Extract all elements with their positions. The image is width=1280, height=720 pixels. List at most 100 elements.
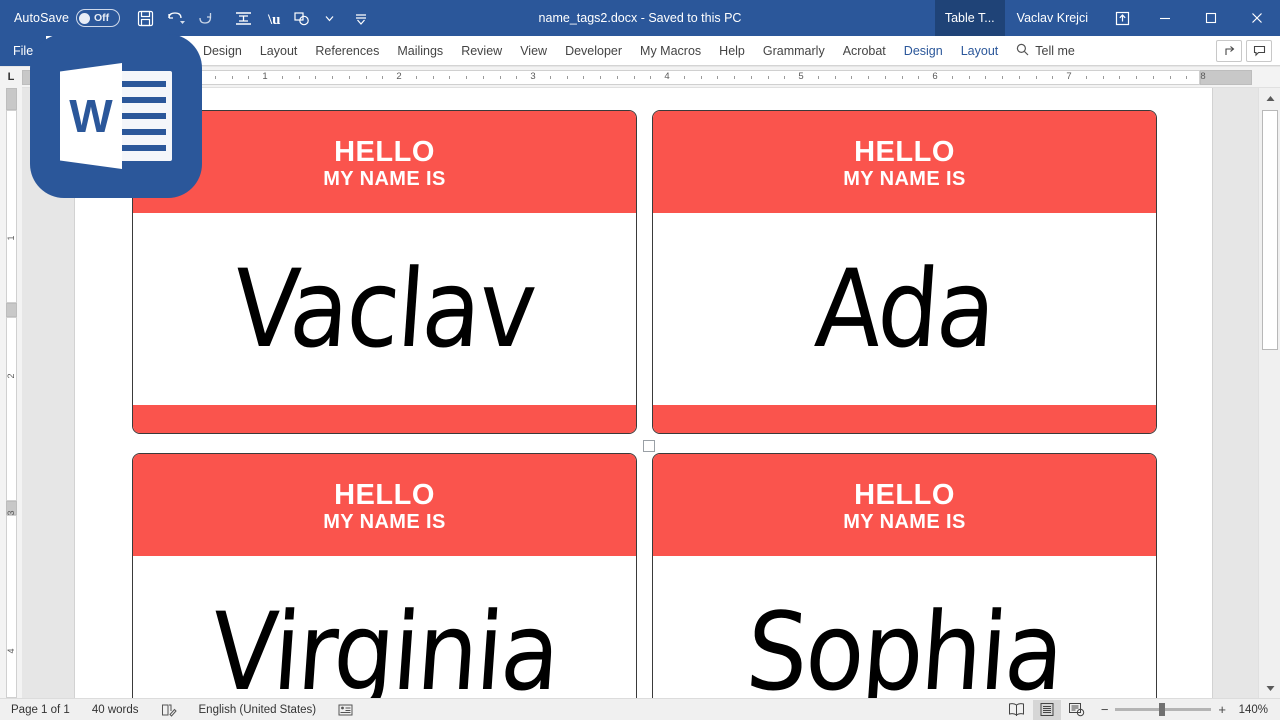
zoom-track[interactable] — [1115, 703, 1212, 716]
name-tag-card[interactable]: HELLO MY NAME IS Ada — [652, 110, 1157, 434]
account-name[interactable]: Vaclav Krejci — [1005, 11, 1102, 25]
tab-my-macros[interactable]: My Macros — [631, 36, 710, 66]
zoom-level-label[interactable]: 140% — [1236, 704, 1272, 716]
document-page[interactable]: HELLO MY NAME IS Vaclav HELLO MY NAME IS — [75, 88, 1212, 698]
ribbon-display-options-icon[interactable] — [1102, 0, 1142, 36]
minimize-button[interactable] — [1142, 0, 1188, 36]
name-tag-hello: HELLO — [854, 479, 955, 511]
document-canvas: HELLO MY NAME IS Vaclav HELLO MY NAME IS — [22, 88, 1258, 698]
tab-design[interactable]: Design — [194, 36, 251, 66]
scrollbar-thumb[interactable] — [1262, 110, 1278, 350]
scroll-up-arrow-icon[interactable] — [1259, 88, 1280, 108]
vertical-scrollbar[interactable] — [1258, 88, 1280, 698]
zoom-in-button[interactable]: + — [1218, 702, 1226, 717]
comments-icon[interactable] — [1246, 39, 1272, 62]
ruler-right-margin — [1200, 69, 1252, 85]
quick-access-dropdown-icon[interactable] — [318, 3, 340, 33]
word-count-status[interactable]: 40 words — [81, 704, 150, 716]
ruler-tick — [734, 75, 735, 79]
ruler-tick — [1152, 75, 1154, 79]
ruler-tick — [415, 75, 417, 79]
ruler-tick — [750, 75, 752, 79]
ruler-number: 3 — [530, 70, 536, 82]
ruler-tick — [884, 75, 886, 79]
horizontal-ruler-strip[interactable]: 1 2 3 4 5 6 7 8 — [22, 69, 1254, 85]
maximize-button[interactable] — [1188, 0, 1234, 36]
word-logo-line — [116, 113, 166, 119]
autosave-toggle[interactable]: Off — [76, 9, 121, 27]
tab-table-design[interactable]: Design — [895, 36, 952, 66]
name-tag-header: HELLO MY NAME IS — [133, 111, 636, 213]
zoom-slider[interactable]: − + — [1093, 702, 1234, 717]
ruler-tick — [566, 75, 568, 79]
save-icon[interactable] — [130, 3, 160, 33]
ruler-tick — [449, 75, 451, 79]
name-tag-body[interactable]: Ada — [653, 213, 1156, 405]
ruler-number: 5 — [798, 70, 804, 82]
ruler-tick — [499, 75, 501, 79]
tab-layout[interactable]: Layout — [251, 36, 307, 66]
web-layout-view-button[interactable] — [1063, 700, 1091, 720]
tab-help[interactable]: Help — [710, 36, 754, 66]
ruler-tick — [700, 75, 702, 79]
accessibility-checker-icon[interactable] — [327, 703, 364, 717]
ruler-tick — [650, 75, 652, 79]
redo-icon[interactable] — [190, 3, 220, 33]
name-tag-footer — [653, 405, 1156, 433]
close-button[interactable] — [1234, 0, 1280, 36]
tab-mailings[interactable]: Mailings — [388, 36, 452, 66]
contextual-tools-badge: Table T... — [934, 0, 1005, 36]
tab-developer[interactable]: Developer — [556, 36, 631, 66]
name-tag-card[interactable]: HELLO MY NAME IS Vaclav — [132, 110, 637, 434]
vruler-number: 1 — [6, 235, 16, 241]
word-window: AutoSave Off \u00b6 — [0, 0, 1280, 720]
read-mode-view-button[interactable] — [1003, 700, 1031, 720]
name-tag-body[interactable]: Sophia — [653, 556, 1156, 698]
shapes-icon[interactable] — [288, 3, 318, 33]
tab-grammarly[interactable]: Grammarly — [754, 36, 834, 66]
print-layout-view-button[interactable] — [1032, 699, 1061, 720]
word-logo-line — [116, 81, 166, 87]
tell-me-search[interactable]: Tell me — [1007, 43, 1084, 59]
ruler-tick — [1102, 75, 1104, 79]
language-status[interactable]: English (United States) — [188, 704, 328, 716]
vertical-ruler[interactable]: 1 2 3 4 — [0, 88, 22, 698]
proofing-errors-icon[interactable] — [150, 703, 188, 717]
autosave-label: AutoSave — [14, 11, 70, 25]
customize-qat-icon[interactable] — [346, 3, 376, 33]
search-icon — [1016, 43, 1029, 59]
vruler-number: 4 — [6, 648, 16, 654]
ruler-text-area — [110, 69, 1200, 85]
ruler-tick — [968, 75, 970, 79]
paragraph-marks-icon[interactable]: \u00b6 — [258, 3, 288, 33]
table-resize-handle[interactable] — [643, 440, 655, 452]
scroll-down-arrow-icon[interactable] — [1259, 678, 1280, 698]
zoom-slider-handle[interactable] — [1159, 703, 1166, 716]
vruler-text-area-3 — [6, 515, 17, 698]
ruler-tick — [1136, 75, 1137, 79]
ruler-number: 1 — [262, 70, 268, 82]
tab-acrobat[interactable]: Acrobat — [834, 36, 895, 66]
undo-icon[interactable] — [160, 3, 190, 33]
name-tag-table[interactable]: HELLO MY NAME IS Vaclav HELLO MY NAME IS — [132, 110, 1157, 698]
tab-references[interactable]: References — [306, 36, 388, 66]
ruler-tick — [1035, 75, 1037, 79]
name-tag-card[interactable]: HELLO MY NAME IS Sophia — [652, 453, 1157, 698]
name-tag-body[interactable]: Virginia — [133, 556, 636, 698]
ruler-number: 7 — [1066, 70, 1072, 82]
tab-stop-selector[interactable]: L — [0, 66, 22, 88]
page-number-status[interactable]: Page 1 of 1 — [0, 704, 81, 716]
tab-review[interactable]: Review — [452, 36, 511, 66]
name-tag-subtitle: MY NAME IS — [323, 168, 446, 190]
name-tag-card[interactable]: HELLO MY NAME IS Virginia — [132, 453, 637, 698]
ruler-tick — [717, 75, 719, 79]
share-icon[interactable] — [1216, 39, 1242, 62]
tab-view[interactable]: View — [511, 36, 556, 66]
name-tag-header: HELLO MY NAME IS — [653, 454, 1156, 556]
table-row: HELLO MY NAME IS Virginia HELLO MY NAME … — [132, 453, 1157, 698]
table-properties-icon[interactable] — [228, 3, 258, 33]
zoom-out-button[interactable]: − — [1101, 702, 1109, 717]
name-tag-body[interactable]: Vaclav — [133, 213, 636, 405]
tab-table-layout[interactable]: Layout — [952, 36, 1008, 66]
ruler-tick — [851, 75, 853, 79]
